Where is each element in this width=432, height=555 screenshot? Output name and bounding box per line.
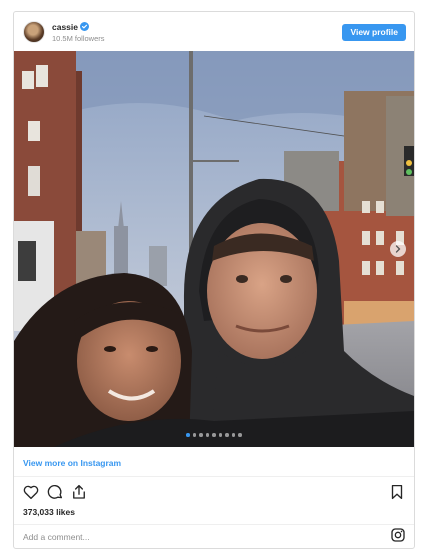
bookmark-icon[interactable]: [388, 483, 406, 501]
carousel-dot: [186, 433, 190, 437]
comment-input[interactable]: Add a comment...: [23, 532, 90, 542]
selfie-photo: [14, 51, 414, 447]
view-profile-button[interactable]: View profile: [342, 24, 406, 41]
verified-badge-icon: [80, 22, 89, 31]
action-bar: [14, 481, 414, 503]
carousel-dot: [218, 433, 223, 437]
username[interactable]: cassie: [52, 22, 78, 32]
instagram-icon[interactable]: [390, 527, 406, 543]
carousel-indicator: [14, 433, 414, 437]
post-header: cassie 10.5M followers View profile: [14, 12, 414, 52]
view-more-link[interactable]: View more on Instagram: [23, 458, 121, 468]
divider: [14, 476, 414, 477]
instagram-embed-card: cassie 10.5M followers View profile View…: [13, 11, 415, 549]
carousel-dot: [199, 433, 203, 437]
divider: [14, 524, 414, 525]
comment-icon[interactable]: [46, 483, 64, 501]
carousel-dot: [238, 433, 242, 437]
carousel-dot: [205, 433, 210, 437]
follower-count: 10.5M followers: [52, 34, 105, 43]
like-count: 373,033 likes: [23, 507, 75, 517]
carousel-dot: [231, 433, 236, 437]
carousel-dot: [192, 433, 197, 437]
carousel-dot: [212, 433, 216, 437]
heart-icon[interactable]: [22, 483, 40, 501]
chevron-right-icon: [395, 245, 401, 253]
carousel-next-button[interactable]: [390, 241, 406, 257]
avatar[interactable]: [23, 21, 45, 43]
carousel-dot: [225, 433, 229, 437]
share-icon[interactable]: [70, 483, 88, 501]
post-photo[interactable]: [14, 51, 414, 447]
